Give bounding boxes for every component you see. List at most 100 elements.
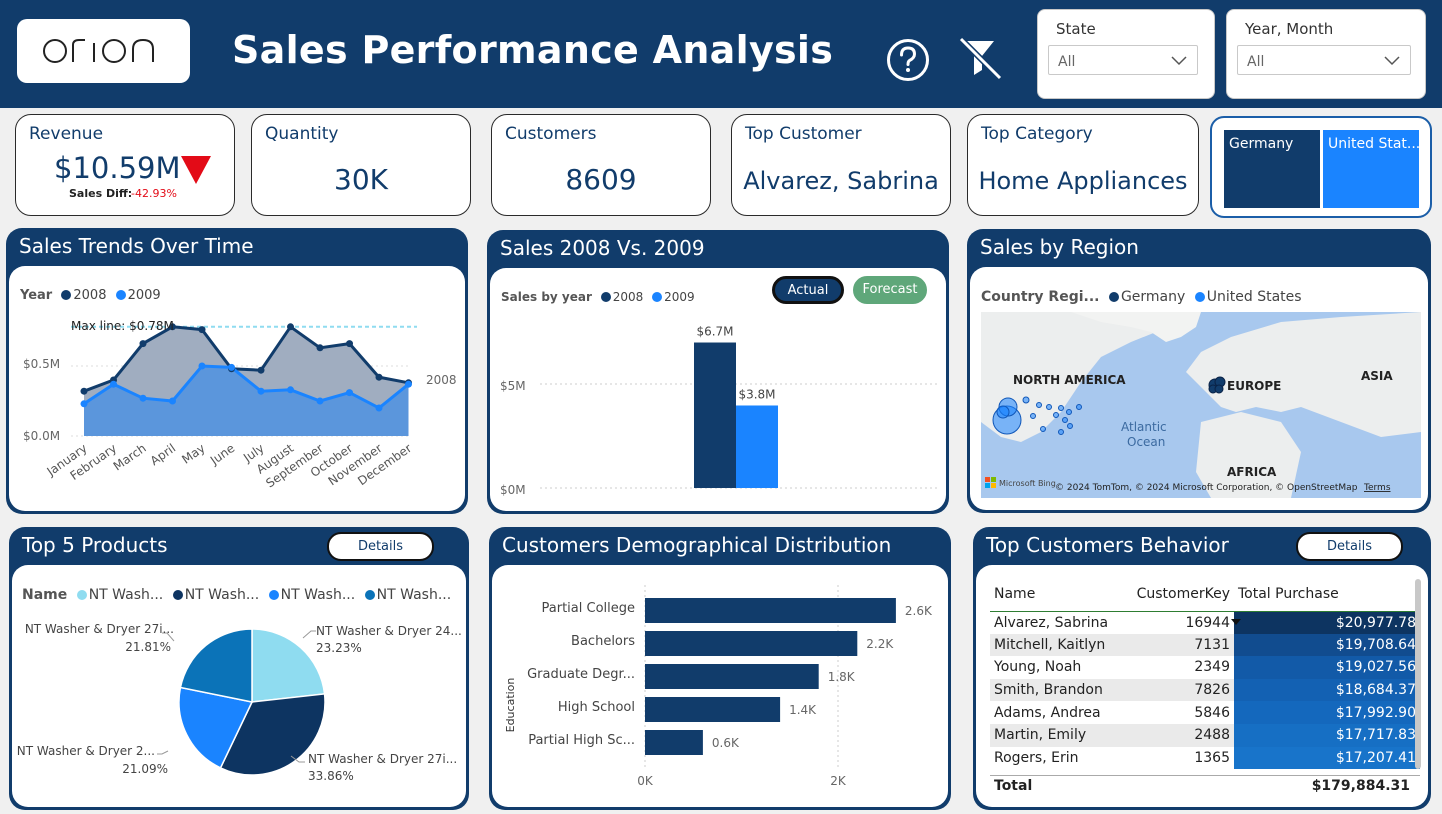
customer-key: 7826 [1194,682,1230,699]
point-2008[interactable] [316,344,324,352]
map-terms-link[interactable]: Terms [1363,483,1391,493]
demographics-panel: Customers Demographical Distribution Edu… [489,527,951,810]
map-label-atlantic: Atlantic [1121,420,1167,434]
legend-dot-united-states [1194,292,1205,302]
x-tick: May [179,441,207,467]
quantity-label: Quantity [265,124,339,144]
customers-table: Name CustomerKey Total Purchase Alvarez,… [990,577,1420,770]
header-bar: Sales Performance Analysis State All Yea… [0,0,1442,108]
customer-name: Alvarez, Sabrina [994,614,1109,631]
demographic-bar[interactable] [645,730,703,755]
point-2009[interactable] [346,389,353,397]
legend-label: United States [1206,289,1302,305]
table-row[interactable]: Mitchell, Kaitlyn 7131 $19,708.64 [990,633,1420,657]
state-dropdown[interactable]: All [1048,45,1198,75]
point-2009[interactable] [110,380,117,388]
point-2008[interactable] [346,340,353,348]
chevron-down-icon [1171,56,1187,66]
customers-card: Customers 8609 [491,114,711,216]
point-2008[interactable] [257,366,265,374]
map-label-europe: EUROPE [1227,379,1281,393]
sales-diff-value: -42.93% [131,187,177,200]
sales-region-legend: Country Regi... Germany United States [981,289,1302,305]
point-2009[interactable] [257,387,265,395]
sales-trends-body: Year 2008 2009 $0.5M $0.0M January Februa… [9,266,465,511]
orion-logo-icon [42,38,154,63]
point-2009[interactable] [198,362,206,370]
total-purchase: $17,717.83 [1234,723,1420,747]
sales-compare-chart: $5M $0M $6.7M $3.8M [500,325,938,497]
slice-pct: 23.23% [316,641,362,655]
column-header-name[interactable]: Name [990,577,1123,611]
point-2009[interactable] [169,397,176,405]
country-button-germany[interactable]: Germany [1224,130,1320,208]
series-end-label: 2008 [426,373,457,387]
point-2008[interactable] [139,340,147,348]
point-2009[interactable] [316,397,324,405]
point-2008[interactable] [287,323,294,331]
bar-value-label: 2.6K [905,604,933,618]
slice-pct: 21.81% [125,640,171,654]
customers-value: 8609 [565,163,637,196]
total-purchase: $19,708.64 [1234,633,1420,657]
total-purchase: $19,027.56 [1234,656,1420,679]
point-2009[interactable] [405,380,412,388]
point-2008[interactable] [198,326,206,334]
customer-key: 5846 [1194,704,1230,721]
point-2009[interactable] [80,400,88,408]
slice-pct: 33.86% [308,769,354,783]
total-label: Total [994,778,1033,794]
demographic-bar[interactable] [645,631,858,656]
max-line-label: Max line: $0.78M [71,319,174,333]
point-2009[interactable] [375,404,383,412]
demographic-bar[interactable] [645,664,819,689]
table-row[interactable]: Rogers, Erin 1365 $17,207.41 [990,746,1420,770]
slice-pct: 21.09% [122,762,168,776]
top-customer-value: Alvarez, Sabrina [743,167,939,195]
top-customers-title: Top Customers Behavior [986,533,1229,557]
sales-diff-label: Sales Diff: [69,187,133,200]
sales-region-panel: Sales by Region Country Regi... Germany … [967,229,1431,513]
point-2009[interactable] [139,394,147,402]
region-map[interactable]: NORTH AMERICA EUROPE ASIA AFRICA Atlanti… [981,312,1421,498]
state-slicer-label: State [1056,20,1096,38]
sort-descending-icon [1231,619,1241,625]
sales-trends-chart: $0.5M $0.0M JanuaryFebruaryMarchApril May… [23,319,457,491]
top-products-panel: Top 5 Products Details Name NT Wash... N… [9,527,469,810]
table-row[interactable]: Smith, Brandon 7826 $18,684.37 [990,678,1420,702]
table-row[interactable]: Young, Noah 2349 $19,027.56 [990,656,1420,679]
page-title: Sales Performance Analysis [232,28,834,72]
bar-value-label: 2.2K [866,637,894,651]
sales-trends-panel: Sales Trends Over Time Year 2008 2009 $0… [6,228,468,514]
demographic-bar[interactable] [645,598,896,623]
x-tick: 2K [830,774,847,788]
clear-filters-button[interactable] [956,34,1004,86]
column-header-label: Total Purchase [1238,585,1339,602]
logo [17,19,190,83]
table-row[interactable]: Adams, Andrea 5846 $17,992.90 [990,701,1420,724]
country-slicer: Germany United Stat... [1210,116,1432,218]
point-2009[interactable] [287,386,294,394]
sales-region-title: Sales by Region [980,235,1139,259]
point-2008[interactable] [80,387,88,395]
category-label: Bachelors [571,634,635,649]
legend-title: Country Regi... [981,289,1100,305]
demographic-bar[interactable] [645,697,781,722]
details-button[interactable]: Details [327,532,434,561]
table-scrollbar[interactable] [1415,579,1421,769]
details-button[interactable]: Details [1296,532,1403,561]
pie-slice[interactable] [251,628,326,703]
country-button-united-states[interactable]: United Stat... [1323,130,1419,208]
map-attribution: © 2024 TomTom, © 2024 Microsoft Corporat… [1055,483,1358,493]
bar-2009[interactable] [736,405,778,488]
help-button[interactable] [886,38,930,86]
bar-2008[interactable] [694,342,736,488]
table-row[interactable]: Alvarez, Sabrina 16944 $20,977.78 [990,611,1420,634]
column-header-customer-key[interactable]: CustomerKey [1123,577,1234,611]
table-row[interactable]: Martin, Emily 2488 $17,717.83 [990,723,1420,747]
slice-name: NT Washer & Dryer 27i... [308,752,457,766]
point-2008[interactable] [375,373,383,381]
year-month-dropdown[interactable]: All [1237,45,1411,75]
column-header-total-purchase[interactable]: Total Purchase [1234,577,1420,611]
point-2009[interactable] [228,363,235,371]
